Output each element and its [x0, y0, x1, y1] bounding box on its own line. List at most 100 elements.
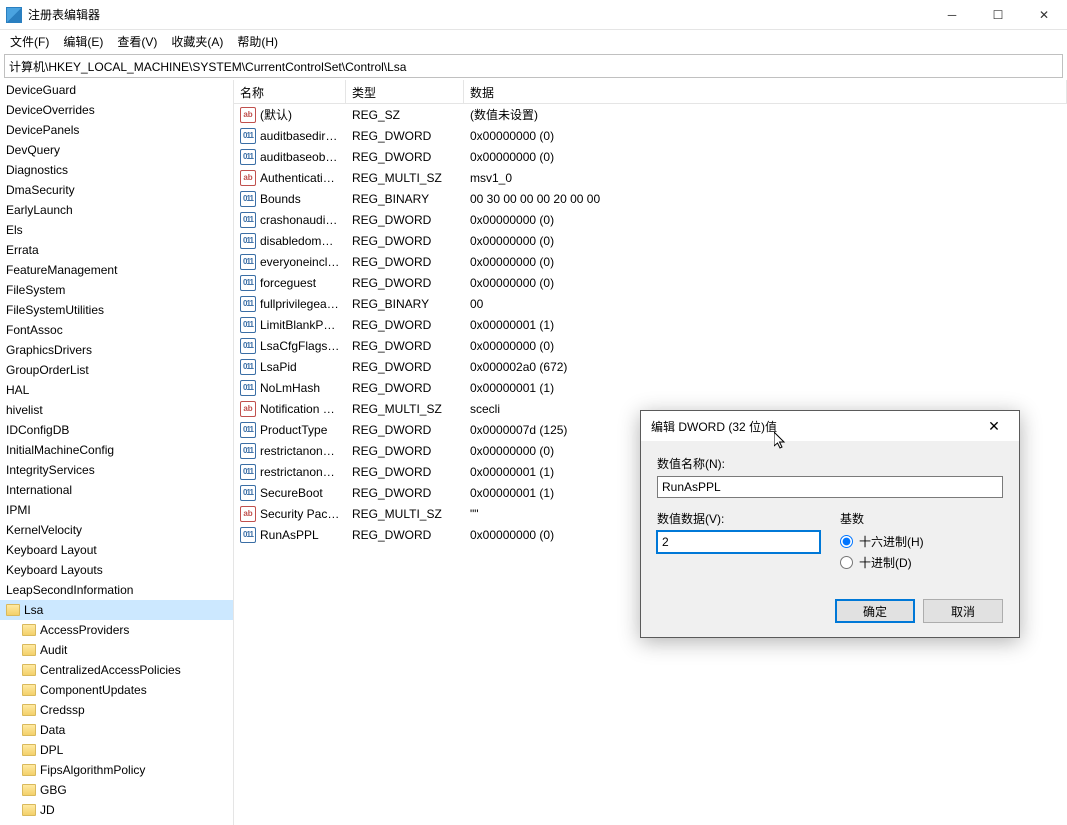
minimize-button[interactable]: ─ [929, 0, 975, 30]
value-name: restrictanonym... [260, 465, 340, 479]
value-row[interactable]: LimitBlankPass...REG_DWORD0x00000001 (1) [234, 314, 1067, 335]
window-title: 注册表编辑器 [28, 6, 929, 23]
tree-item-label: LeapSecondInformation [6, 583, 133, 597]
value-row[interactable]: crashonauditfailREG_DWORD0x00000000 (0) [234, 209, 1067, 230]
ok-button[interactable]: 确定 [835, 599, 915, 623]
tree-item[interactable]: Keyboard Layouts [0, 560, 233, 580]
tree-item[interactable]: FontAssoc [0, 320, 233, 340]
value-type: REG_MULTI_SZ [346, 507, 464, 521]
value-data: 0x00000001 (1) [464, 381, 1067, 395]
tree-item[interactable]: AccessProviders [0, 620, 233, 640]
tree-item[interactable]: Diagnostics [0, 160, 233, 180]
tree-item[interactable]: IPMI [0, 500, 233, 520]
address-bar[interactable]: 计算机\HKEY_LOCAL_MACHINE\SYSTEM\CurrentCon… [4, 54, 1063, 78]
close-button[interactable]: ✕ [1021, 0, 1067, 30]
tree-item[interactable]: DeviceOverrides [0, 100, 233, 120]
radio-hex[interactable]: 十六进制(H) [840, 533, 1003, 550]
col-data[interactable]: 数据 [464, 80, 1067, 103]
tree-item[interactable]: FipsAlgorithmPolicy [0, 760, 233, 780]
tree-item[interactable]: KernelVelocity [0, 520, 233, 540]
value-type: REG_DWORD [346, 129, 464, 143]
col-type[interactable]: 类型 [346, 80, 464, 103]
binary-icon [240, 359, 256, 375]
tree-item[interactable]: CentralizedAccessPolicies [0, 660, 233, 680]
value-data: 0x00000000 (0) [464, 339, 1067, 353]
tree-item[interactable]: hivelist [0, 400, 233, 420]
value-name-input[interactable] [657, 476, 1003, 498]
tree-item[interactable]: ComponentUpdates [0, 680, 233, 700]
binary-icon [240, 527, 256, 543]
tree-item[interactable]: EarlyLaunch [0, 200, 233, 220]
tree-item[interactable]: LeapSecondInformation [0, 580, 233, 600]
value-row[interactable]: LsaPidREG_DWORD0x000002a0 (672) [234, 356, 1067, 377]
tree-item-label: HAL [6, 383, 29, 397]
tree-item[interactable]: JD [0, 800, 233, 820]
tree-item[interactable]: International [0, 480, 233, 500]
value-row[interactable]: everyoneinclud...REG_DWORD0x00000000 (0) [234, 251, 1067, 272]
tree-item-label: DevicePanels [6, 123, 79, 137]
value-row[interactable]: (默认)REG_SZ(数值未设置) [234, 104, 1067, 125]
tree-item[interactable]: Els [0, 220, 233, 240]
tree-item[interactable]: DevicePanels [0, 120, 233, 140]
value-row[interactable]: BoundsREG_BINARY00 30 00 00 00 20 00 00 [234, 188, 1067, 209]
value-data-input[interactable] [657, 531, 820, 553]
cancel-button[interactable]: 取消 [923, 599, 1003, 623]
tree-item-label: DeviceOverrides [6, 103, 95, 117]
tree-panel[interactable]: DeviceGuard DeviceOverrides DevicePanels De… [0, 80, 234, 825]
menu-edit[interactable]: 编辑(E) [57, 31, 109, 52]
value-row[interactable]: disabledomain...REG_DWORD0x00000000 (0) [234, 230, 1067, 251]
dialog-close-button[interactable]: ✕ [979, 418, 1009, 435]
tree-item[interactable]: FileSystemUtilities [0, 300, 233, 320]
value-row[interactable]: auditbaseobje...REG_DWORD0x00000000 (0) [234, 146, 1067, 167]
tree-item[interactable]: GBG [0, 780, 233, 800]
value-type: REG_DWORD [346, 528, 464, 542]
tree-item[interactable]: DmaSecurity [0, 180, 233, 200]
col-name[interactable]: 名称 [234, 80, 346, 103]
value-row[interactable]: auditbasedirec...REG_DWORD0x00000000 (0) [234, 125, 1067, 146]
tree-item[interactable]: Credssp [0, 700, 233, 720]
binary-icon [240, 317, 256, 333]
tree-item-label: Els [6, 223, 23, 237]
tree-item[interactable]: Errata [0, 240, 233, 260]
folder-icon [22, 764, 36, 776]
value-row[interactable]: fullprivilegeau...REG_BINARY00 [234, 293, 1067, 314]
tree-item-label: DevQuery [6, 143, 60, 157]
tree-item[interactable]: FeatureManagement [0, 260, 233, 280]
value-data: 0x00000001 (1) [464, 318, 1067, 332]
value-type: REG_MULTI_SZ [346, 402, 464, 416]
menu-view[interactable]: 查看(V) [111, 31, 163, 52]
tree-item-label: InitialMachineConfig [6, 443, 114, 457]
tree-item[interactable]: DeviceGuard [0, 80, 233, 100]
tree-item[interactable]: Audit [0, 640, 233, 660]
tree-item[interactable]: FileSystem [0, 280, 233, 300]
tree-item[interactable]: GroupOrderList [0, 360, 233, 380]
value-row[interactable]: Authentication ...REG_MULTI_SZmsv1_0 [234, 167, 1067, 188]
value-row[interactable]: forceguestREG_DWORD0x00000000 (0) [234, 272, 1067, 293]
tree-item[interactable]: IntegrityServices [0, 460, 233, 480]
tree-item[interactable]: Keyboard Layout [0, 540, 233, 560]
radio-dec[interactable]: 十进制(D) [840, 554, 1003, 571]
tree-item[interactable]: IDConfigDB [0, 420, 233, 440]
tree-item[interactable]: GraphicsDrivers [0, 340, 233, 360]
tree-item[interactable]: Lsa [0, 600, 233, 620]
tree-item-label: IPMI [6, 503, 31, 517]
value-row[interactable]: LsaCfgFlagsDe...REG_DWORD0x00000000 (0) [234, 335, 1067, 356]
value-type: REG_DWORD [346, 339, 464, 353]
tree-item-label: DPL [40, 743, 63, 757]
tree-item[interactable]: HAL [0, 380, 233, 400]
tree-item[interactable]: InitialMachineConfig [0, 440, 233, 460]
menu-favorites[interactable]: 收藏夹(A) [165, 31, 229, 52]
value-name: RunAsPPL [260, 528, 319, 542]
maximize-button[interactable]: ☐ [975, 0, 1021, 30]
binary-icon [240, 149, 256, 165]
tree-item[interactable]: Data [0, 720, 233, 740]
menu-help[interactable]: 帮助(H) [231, 31, 284, 52]
tree-item[interactable]: DevQuery [0, 140, 233, 160]
tree-item[interactable]: DPL [0, 740, 233, 760]
menu-file[interactable]: 文件(F) [4, 31, 55, 52]
radio-dec-input[interactable] [840, 556, 853, 569]
binary-icon [240, 464, 256, 480]
value-row[interactable]: NoLmHashREG_DWORD0x00000001 (1) [234, 377, 1067, 398]
radio-hex-input[interactable] [840, 535, 853, 548]
value-name: SecureBoot [260, 486, 323, 500]
